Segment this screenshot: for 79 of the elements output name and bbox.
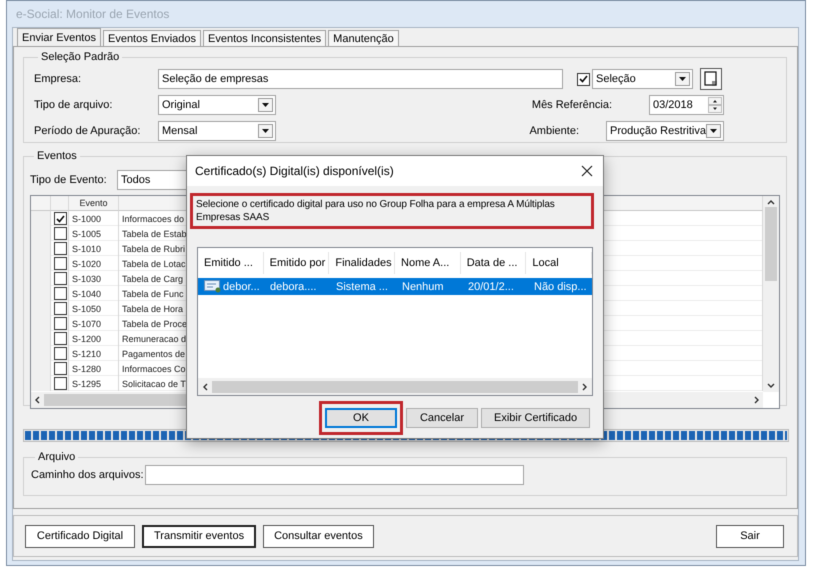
field-label: Caminho dos arquivos:: [31, 469, 144, 481]
path-field[interactable]: [144, 465, 524, 485]
tab[interactable]: Manutenção: [328, 30, 399, 46]
checkbox[interactable]: [54, 317, 67, 330]
scroll-right-icon[interactable]: [582, 382, 588, 390]
file-type-dropdown[interactable]: Original: [158, 95, 276, 115]
table-cell: S-1280: [69, 361, 119, 376]
horizontal-scrollbar[interactable]: [198, 378, 592, 395]
checkbox[interactable]: [54, 362, 67, 375]
column-header[interactable]: Finalidades: [329, 252, 396, 274]
certificate-icon: [204, 280, 222, 293]
dialog-button[interactable]: OK: [325, 408, 397, 428]
field-label: Tipo de Evento:: [30, 174, 108, 186]
scroll-left-icon[interactable]: [202, 382, 208, 390]
field-label: Tipo de arquivo:: [34, 99, 114, 111]
document-button[interactable]: [700, 68, 722, 90]
column-header[interactable]: Emitido ...: [198, 252, 264, 274]
field-label: Mês Referência:: [532, 99, 612, 111]
action-button[interactable]: Transmitir eventos: [142, 524, 256, 548]
exit-button[interactable]: Sair: [716, 524, 784, 548]
dialog-title: Certificado(s) Digital(is) disponível(is): [195, 164, 394, 178]
action-button[interactable]: Consultar eventos: [263, 524, 374, 548]
table-cell: S-1005: [69, 226, 119, 241]
checkbox[interactable]: [54, 227, 67, 240]
scroll-up-icon[interactable]: [767, 199, 775, 205]
checkbox[interactable]: [54, 332, 67, 345]
column-header[interactable]: Nome A...: [395, 252, 461, 274]
table-cell: S-1010: [69, 241, 119, 256]
tab[interactable]: Enviar Eventos: [17, 28, 101, 46]
group-title: Eventos: [36, 150, 78, 162]
checkbox[interactable]: [54, 287, 67, 300]
scroll-left-icon[interactable]: [34, 396, 40, 404]
checkbox[interactable]: [54, 212, 67, 225]
scroll-right-icon[interactable]: [754, 396, 760, 404]
spinner-arrows-icon[interactable]: [708, 97, 722, 113]
column-header[interactable]: Evento: [69, 196, 119, 211]
environment-dropdown[interactable]: Produção Restritiva: [606, 121, 724, 141]
tab[interactable]: Eventos Enviados: [102, 30, 202, 46]
scroll-down-icon[interactable]: [767, 383, 775, 389]
checkbox[interactable]: [54, 302, 67, 315]
tab[interactable]: Eventos Inconsistentes: [203, 30, 326, 46]
table-cell: S-1040: [69, 286, 119, 301]
table-cell: S-1295: [69, 376, 119, 391]
field-label: Período de Apuração:: [34, 125, 142, 137]
table-cell: S-1050: [69, 301, 119, 316]
vertical-scrollbar[interactable]: [763, 196, 779, 392]
checkbox[interactable]: [54, 257, 67, 270]
checkbox[interactable]: [577, 72, 590, 86]
table-cell: S-1210: [69, 346, 119, 361]
dialog-button[interactable]: Cancelar: [406, 408, 478, 428]
event-type-dropdown[interactable]: Todos: [117, 170, 186, 190]
checkbox[interactable]: [54, 377, 67, 390]
dialog-button[interactable]: Exibir Certificado: [481, 408, 590, 428]
group-title: Arquivo: [37, 451, 76, 463]
checkmark-icon: [56, 214, 65, 222]
selection-dropdown[interactable]: Seleção: [592, 69, 693, 89]
close-icon[interactable]: [581, 165, 593, 177]
period-dropdown[interactable]: Mensal: [158, 121, 276, 141]
table-cell: S-1020: [69, 256, 119, 271]
document-icon: [704, 71, 718, 87]
field-label: Ambiente:: [529, 125, 579, 137]
table-cell: S-1030: [69, 271, 119, 286]
checkbox[interactable]: [54, 272, 67, 285]
column-header[interactable]: Data de ...: [460, 252, 526, 274]
group-title: Seleção Padrão: [40, 51, 120, 63]
empresa-field[interactable]: Seleção de empresas: [158, 69, 563, 89]
table-cell: S-1070: [69, 316, 119, 331]
column-header[interactable]: Emitido por: [264, 252, 330, 274]
table-cell: S-1000: [69, 211, 119, 226]
month-spinner[interactable]: 03/2018: [649, 95, 724, 115]
field-label: Empresa:: [34, 73, 82, 85]
checkbox[interactable]: [54, 242, 67, 255]
table-cell: S-1200: [69, 331, 119, 346]
certificate-row[interactable]: debor... debora.... Sistema ... Nenhum 20/01/2... Não disp...: [198, 278, 592, 295]
checkbox[interactable]: [54, 347, 67, 360]
window-title: e-Social: Monitor de Eventos: [16, 7, 170, 21]
checkmark-icon: [579, 75, 588, 83]
action-button[interactable]: Certificado Digital: [25, 524, 135, 548]
column-header[interactable]: Local: [526, 252, 592, 274]
